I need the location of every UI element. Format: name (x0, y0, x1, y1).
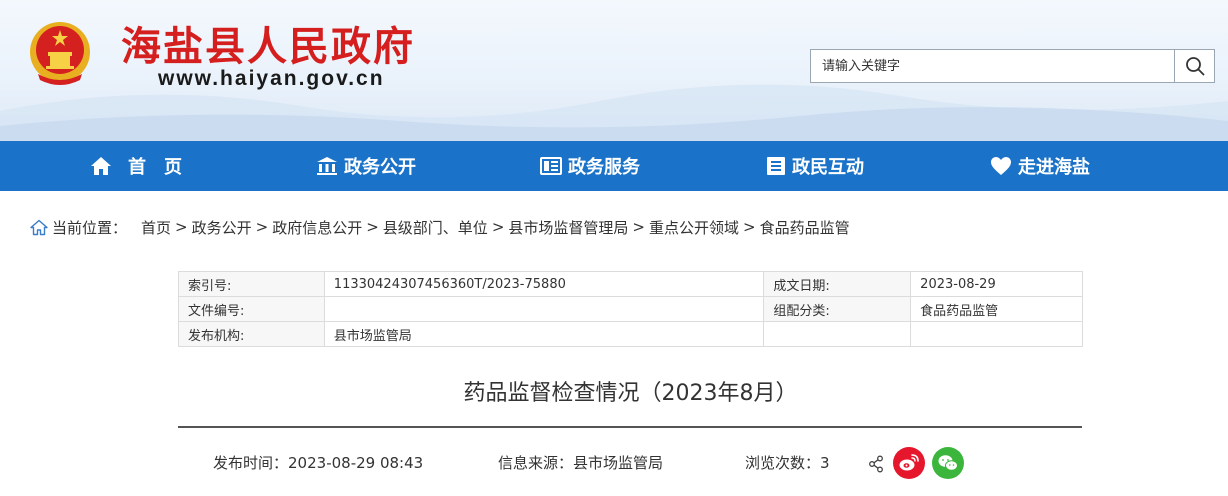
breadcrumb-separator: > (366, 218, 379, 236)
views-value: 3 (820, 454, 830, 472)
nav-item-label: 政务公开 (344, 157, 416, 178)
breadcrumb-item[interactable]: 政府信息公开 (272, 217, 362, 238)
home-icon (91, 157, 111, 175)
breadcrumb-separator: > (743, 218, 756, 236)
date-value: 2023-08-29 (910, 271, 1083, 297)
table-row: 文件编号: 组配分类: 食品药品监管 (178, 296, 1083, 322)
title-divider (178, 426, 1082, 428)
publisher-value: 县市场监管局 (323, 321, 765, 347)
publish-time: 发布时间：2023-08-29 08:43 (213, 452, 423, 473)
breadcrumb-item[interactable]: 县级部门、单位 (383, 217, 488, 238)
breadcrumb-item[interactable]: 首页 (141, 217, 171, 238)
site-title[interactable]: 海盐县人民政府 (121, 14, 415, 72)
publish-time-label: 发布时间： (213, 454, 289, 472)
search-button[interactable] (1174, 50, 1214, 82)
main-nav: 首 页 政务公开 政务服务 政民互动 走进海盐 (0, 141, 1228, 191)
empty-cell (910, 321, 1083, 347)
service-icon (540, 157, 562, 175)
breadcrumb-item[interactable]: 食品药品监管 (760, 217, 850, 238)
national-emblem-icon[interactable] (28, 20, 92, 86)
nav-item-citizen-interaction[interactable]: 政民互动 (766, 141, 864, 191)
home-outline-icon (30, 219, 48, 235)
breadcrumb-separator: > (491, 218, 505, 236)
publish-time-value: 2023-08-29 08:43 (288, 454, 424, 472)
nav-item-label: 政务服务 (568, 157, 640, 178)
publisher-label: 发布机构: (178, 321, 325, 347)
breadcrumb-separator: > (632, 218, 645, 236)
breadcrumb-item[interactable]: 县市场监督管理局 (508, 217, 628, 238)
index-label: 索引号: (178, 271, 325, 297)
source-value: 县市场监管局 (573, 454, 664, 472)
breadcrumb-separator: > (255, 218, 269, 236)
docno-label: 文件编号: (178, 296, 325, 322)
index-value: 11330424307456360T/2023-75880 (323, 271, 765, 297)
docno-value (323, 296, 765, 322)
category-value: 食品药品监管 (910, 296, 1083, 322)
heart-icon (991, 157, 1011, 175)
share-icon[interactable] (868, 455, 884, 473)
table-row: 发布机构: 县市场监管局 (178, 321, 1083, 347)
nav-item-government-services[interactable]: 政务服务 (540, 141, 640, 191)
nav-item-label: 政民互动 (792, 157, 864, 178)
view-count: 浏览次数：3 (745, 452, 830, 473)
building-icon (317, 157, 337, 175)
source-label: 信息来源： (498, 454, 574, 472)
site-header: 海盐县人民政府 www.haiyan.gov.cn (0, 0, 1228, 141)
views-label: 浏览次数： (745, 454, 821, 472)
table-row: 索引号: 11330424307456360T/2023-75880 成文日期:… (178, 271, 1083, 297)
weibo-icon (899, 454, 919, 471)
nav-item-home[interactable]: 首 页 (90, 141, 182, 191)
breadcrumb-item[interactable]: 重点公开领域 (649, 217, 739, 238)
article-title: 药品监督检查情况（2023年8月） (463, 381, 798, 406)
wechat-icon (938, 455, 958, 471)
share-wechat-button[interactable] (932, 447, 964, 479)
search-icon (1185, 57, 1204, 76)
breadcrumb-label: 当前位置： (52, 218, 128, 237)
category-label: 组配分类: (763, 296, 912, 322)
interaction-icon (767, 157, 785, 175)
breadcrumb-item[interactable]: 政务公开 (192, 217, 252, 238)
breadcrumb-separator: > (175, 218, 188, 236)
search-box (810, 49, 1215, 83)
document-info-table: 索引号: 11330424307456360T/2023-75880 成文日期:… (178, 271, 1083, 347)
empty-cell (763, 321, 912, 347)
nav-item-label: 首 页 (128, 157, 182, 178)
search-input[interactable] (811, 50, 1175, 82)
site-url[interactable]: www.haiyan.gov.cn (158, 67, 385, 91)
date-label: 成文日期: (763, 271, 912, 297)
nav-item-label: 走进海盐 (1018, 157, 1090, 178)
nav-item-government-affairs[interactable]: 政务公开 (316, 141, 416, 191)
nav-item-about-haiyan[interactable]: 走进海盐 (990, 141, 1090, 191)
share-weibo-button[interactable] (893, 447, 925, 479)
info-source: 信息来源：县市场监管局 (498, 452, 663, 473)
breadcrumb: 当前位置： 首页 > 政务公开 > 政府信息公开 > 县级部门、单位 > 县市场… (30, 216, 850, 238)
